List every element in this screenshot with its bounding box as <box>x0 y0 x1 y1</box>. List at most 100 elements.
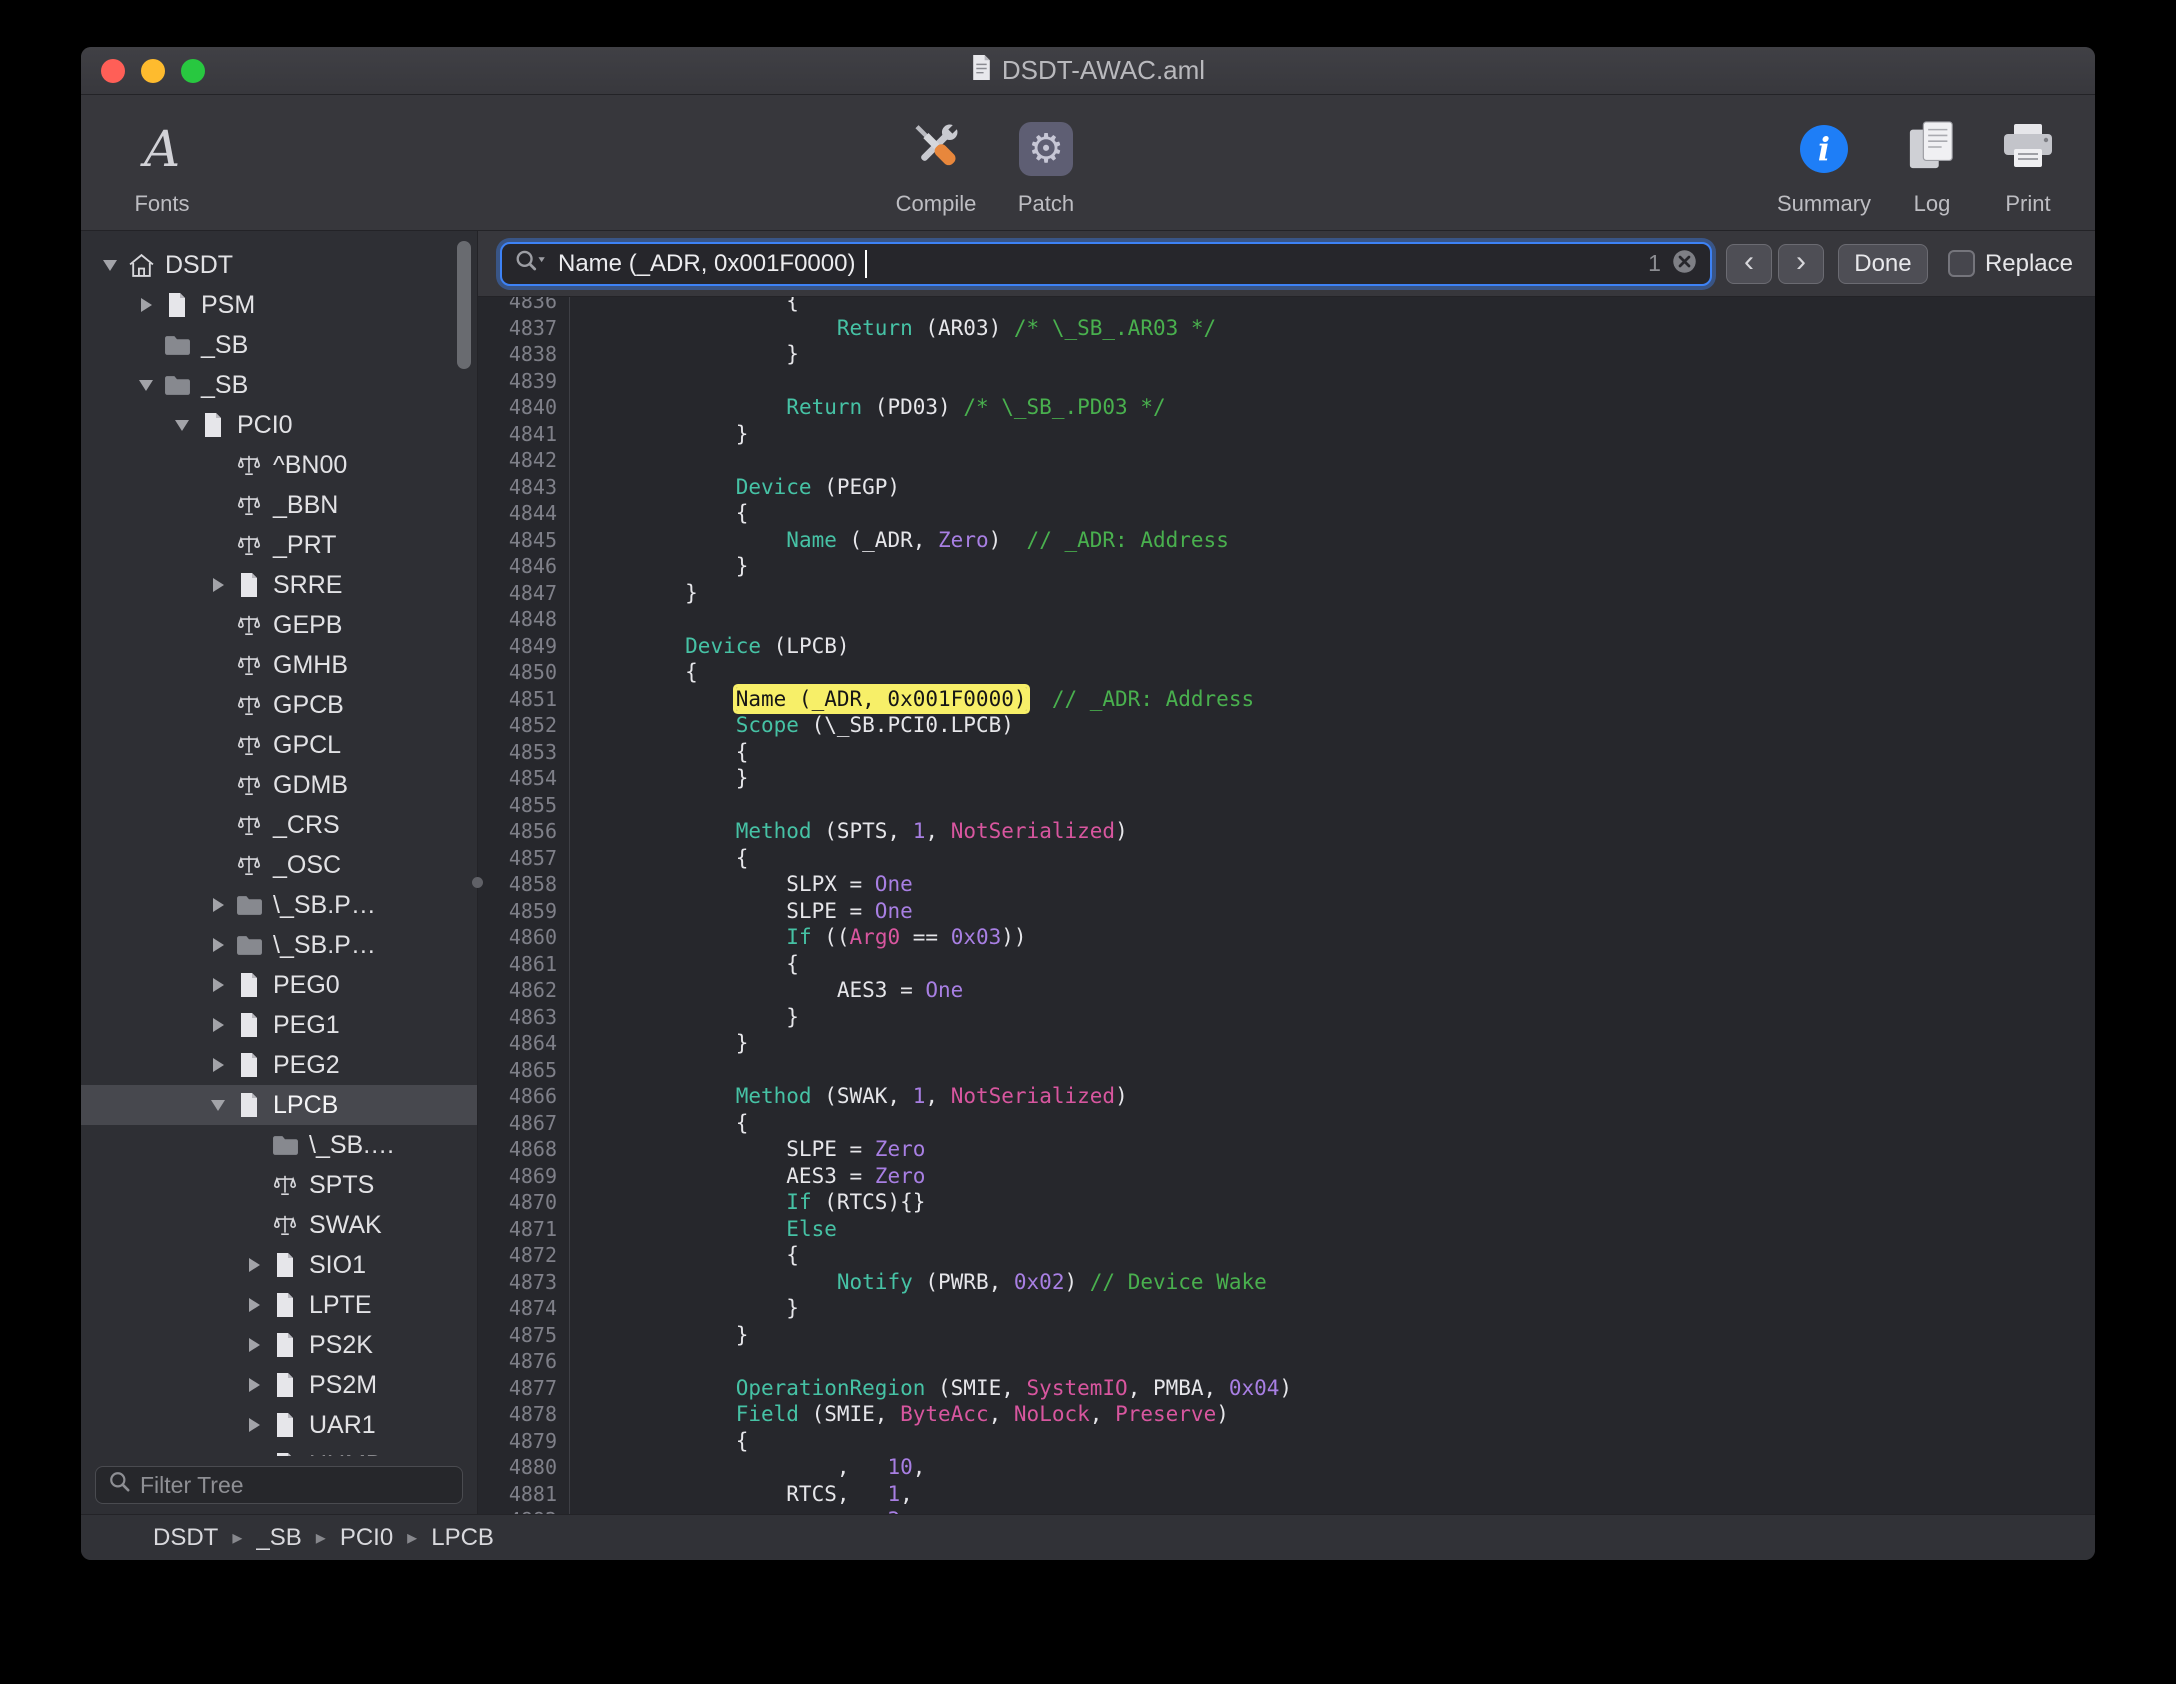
clear-search-icon[interactable] <box>1671 248 1698 280</box>
tree-item-gmhb[interactable]: GMHB <box>81 645 477 685</box>
disclosure-triangle[interactable] <box>239 1378 269 1392</box>
document-icon <box>269 1252 301 1278</box>
disclosure-triangle[interactable] <box>95 260 125 271</box>
disclosure-triangle[interactable] <box>203 978 233 992</box>
info-icon: i <box>1800 125 1848 173</box>
splitter-handle[interactable] <box>472 877 483 888</box>
search-menu-icon[interactable] <box>514 248 548 279</box>
disclosure-triangle[interactable] <box>239 1418 269 1432</box>
summary-label: Summary <box>1777 191 1871 217</box>
disclosure-triangle[interactable] <box>203 578 233 592</box>
fonts-button[interactable]: A Fonts <box>107 109 217 217</box>
tree-item-sio1[interactable]: SIO1 <box>81 1245 477 1285</box>
breadcrumb-item[interactable]: LPCB <box>431 1524 494 1552</box>
document-icon <box>233 1012 265 1038</box>
method-icon <box>233 732 265 758</box>
code-line: } <box>584 580 2095 607</box>
tree-item-psm[interactable]: PSM <box>81 285 477 325</box>
tree-item-sb[interactable]: \_SB.… <box>81 1125 477 1165</box>
code-scroll[interactable]: { Return (AR03) /* \_SB_.AR03 */ } Retur… <box>570 297 2095 1514</box>
tree-item-lpte[interactable]: LPTE <box>81 1285 477 1325</box>
tree-item-spts[interactable]: SPTS <box>81 1165 477 1205</box>
tree-item-crs[interactable]: _CRS <box>81 805 477 845</box>
zoom-button[interactable] <box>181 59 205 83</box>
code-line: Return (PD03) /* \_SB_.PD03 */ <box>584 394 2095 421</box>
title-bar[interactable]: DSDT-AWAC.aml <box>81 47 2095 95</box>
code-line: } <box>584 1322 2095 1349</box>
tree-item-peg2[interactable]: PEG2 <box>81 1045 477 1085</box>
method-icon <box>269 1172 301 1198</box>
tree-item-ps2k[interactable]: PS2K <box>81 1325 477 1365</box>
tree-item-gpcl[interactable]: GPCL <box>81 725 477 765</box>
disclosure-triangle[interactable] <box>167 420 197 431</box>
tree-item-srre[interactable]: SRRE <box>81 565 477 605</box>
breadcrumb-item[interactable]: DSDT <box>153 1524 218 1552</box>
breadcrumb-item[interactable]: PCI0 <box>340 1524 393 1552</box>
code-line: { <box>584 1110 2095 1137</box>
tree-item-dsdt[interactable]: DSDT <box>81 245 477 285</box>
close-button[interactable] <box>101 59 125 83</box>
disclosure-triangle[interactable] <box>203 898 233 912</box>
next-match-button[interactable]: › <box>1778 244 1824 284</box>
replace-checkbox[interactable] <box>1948 250 1975 277</box>
replace-option: Replace <box>1948 250 2073 278</box>
code-line: } <box>584 341 2095 368</box>
disclosure-triangle[interactable] <box>203 1100 233 1111</box>
previous-match-button[interactable]: ‹ <box>1726 244 1772 284</box>
tree-item-peg0[interactable]: PEG0 <box>81 965 477 1005</box>
disclosure-triangle[interactable] <box>239 1338 269 1352</box>
tree-item-gpcb[interactable]: GPCB <box>81 685 477 725</box>
done-button[interactable]: Done <box>1838 244 1928 284</box>
tree-item-pci0[interactable]: PCI0 <box>81 405 477 445</box>
tree-item-bn00[interactable]: ^BN00 <box>81 445 477 485</box>
tree-item-humd[interactable]: HUMD <box>81 1445 477 1456</box>
summary-button[interactable]: i Summary <box>1769 109 1879 217</box>
compile-button[interactable]: Compile <box>881 109 991 217</box>
tree-item-sb[interactable]: _SB <box>81 325 477 365</box>
patch-button[interactable]: ⚙ Patch <box>991 109 1101 217</box>
tree-item-sbp[interactable]: \_SB.P… <box>81 925 477 965</box>
tree-item-lpcb[interactable]: LPCB <box>81 1085 477 1125</box>
document-icon <box>971 54 992 88</box>
disclosure-triangle[interactable] <box>131 380 161 391</box>
disclosure-triangle[interactable] <box>239 1298 269 1312</box>
print-button[interactable]: Print <box>1985 109 2071 217</box>
tree-item-label: SRRE <box>273 571 342 600</box>
tree-item-peg1[interactable]: PEG1 <box>81 1005 477 1045</box>
tree-item-sb[interactable]: _SB <box>81 365 477 405</box>
line-number: 4879 <box>478 1428 557 1455</box>
sidebar-scrollbar[interactable] <box>457 241 471 369</box>
breadcrumb-separator: ▸ <box>232 1525 242 1550</box>
tree-item-label: DSDT <box>165 251 233 280</box>
tree-item-label: _PRT <box>273 531 336 560</box>
tree-item-sbp[interactable]: \_SB.P… <box>81 885 477 925</box>
disclosure-triangle[interactable] <box>203 1058 233 1072</box>
disclosure-triangle[interactable] <box>203 938 233 952</box>
tree-item-osc[interactable]: _OSC <box>81 845 477 885</box>
line-number: 4848 <box>478 606 557 633</box>
tree-item-gepb[interactable]: GEPB <box>81 605 477 645</box>
disclosure-triangle[interactable] <box>239 1258 269 1272</box>
log-button[interactable]: Log <box>1889 109 1975 217</box>
line-number: 4862 <box>478 977 557 1004</box>
breadcrumb-item[interactable]: _SB <box>256 1524 301 1552</box>
minimize-button[interactable] <box>141 59 165 83</box>
tree-item-bbn[interactable]: _BBN <box>81 485 477 525</box>
tree-item-swak[interactable]: SWAK <box>81 1205 477 1245</box>
line-number: 4873 <box>478 1269 557 1296</box>
tree-item-uar1[interactable]: UAR1 <box>81 1405 477 1445</box>
disclosure-triangle[interactable] <box>131 298 161 312</box>
filter-tree-input[interactable]: Filter Tree <box>95 1466 463 1504</box>
tree-item-prt[interactable]: _PRT <box>81 525 477 565</box>
code-line: } <box>584 1004 2095 1031</box>
line-number: 4859 <box>478 898 557 925</box>
code-line <box>584 792 2095 819</box>
line-number: 4857 <box>478 845 557 872</box>
tree-item-ps2m[interactable]: PS2M <box>81 1365 477 1405</box>
tree-item-gdmb[interactable]: GDMB <box>81 765 477 805</box>
disclosure-triangle[interactable] <box>203 1018 233 1032</box>
line-number: 4865 <box>478 1057 557 1084</box>
find-input[interactable]: Name (_ADR, 0x001F0000) 1 <box>500 242 1712 286</box>
compile-label: Compile <box>896 191 977 217</box>
code-editor[interactable]: 4836483748384839484048414842484348444845… <box>478 297 2095 1514</box>
